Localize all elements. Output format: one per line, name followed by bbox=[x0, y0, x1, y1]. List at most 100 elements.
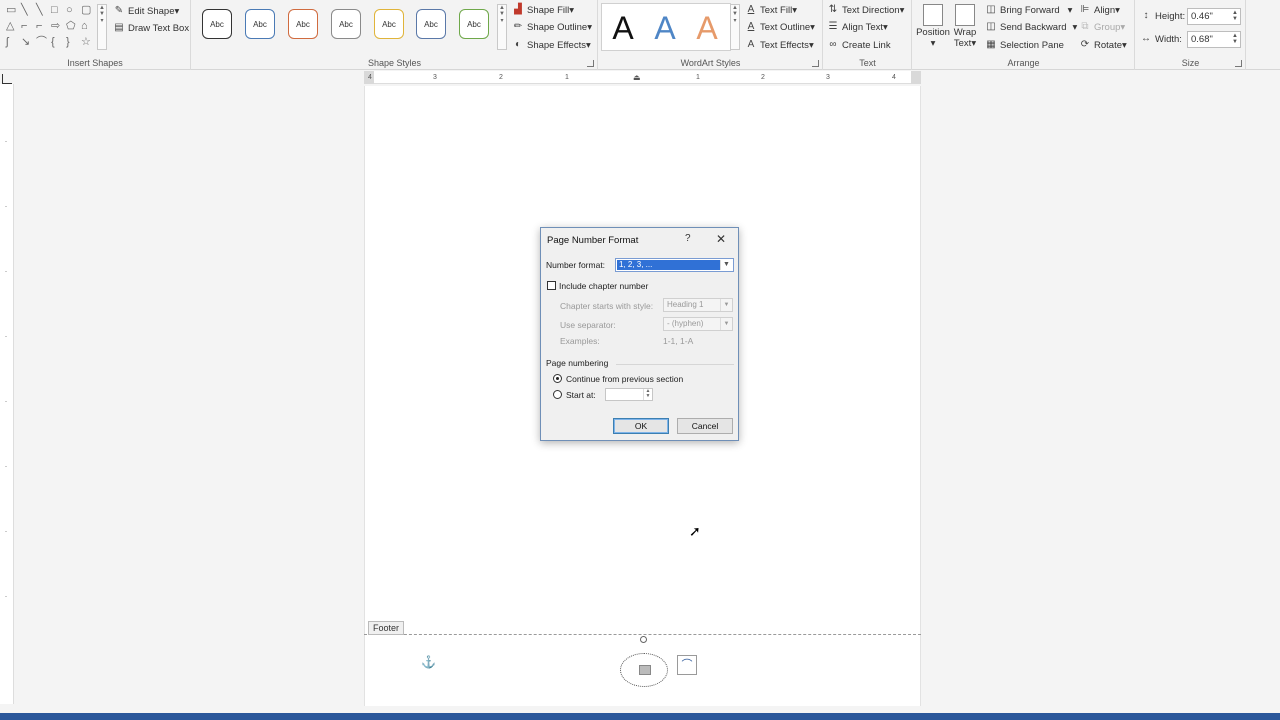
rotate-button[interactable]: ⟳ Rotate ▾ bbox=[1079, 37, 1127, 53]
curve-shape-icon[interactable]: ʃ bbox=[6, 37, 8, 48]
height-input[interactable]: 0.46" ▲ ▼ bbox=[1187, 8, 1241, 25]
chevron-down-icon[interactable]: ▼ bbox=[720, 260, 732, 270]
width-spinner-icon[interactable]: ▲ ▼ bbox=[1232, 33, 1238, 45]
height-value: 0.46" bbox=[1191, 11, 1213, 22]
shape-effects-button[interactable]: ◐ Shape Effects ▾ bbox=[512, 37, 591, 53]
arc-shape-icon[interactable]: ⌒ bbox=[36, 37, 47, 48]
create-link-button[interactable]: ∞ Create Link bbox=[827, 37, 891, 53]
help-icon[interactable]: ? bbox=[685, 233, 691, 244]
square-shape-icon[interactable]: □ bbox=[51, 5, 58, 16]
shape-outline-button[interactable]: ✏ Shape Outline ▾ bbox=[512, 19, 592, 35]
left-brace-icon[interactable]: { bbox=[51, 37, 55, 48]
callout-shape-icon[interactable]: ⌂ bbox=[81, 21, 88, 32]
wordart-gallery[interactable]: A A A bbox=[601, 3, 731, 51]
width-input[interactable]: 0.68" ▲ ▼ bbox=[1187, 31, 1241, 48]
shape-style-preset-4[interactable]: Abc bbox=[331, 9, 361, 39]
triangle-shape-icon[interactable]: △ bbox=[6, 21, 14, 32]
arrow-line-shape-icon[interactable]: ╲ bbox=[36, 5, 43, 16]
chevron-down-icon: ▾ bbox=[585, 39, 591, 51]
star-shape-icon[interactable]: ☆ bbox=[81, 37, 91, 48]
text-outline-button[interactable]: A Text Outline ▾ bbox=[745, 19, 815, 35]
oval-shape-icon[interactable]: ○ bbox=[66, 5, 73, 16]
bring-forward-label: Bring Forward bbox=[1000, 4, 1060, 16]
text-group: ⇅ Text Direction ▾ ☰ Align Text ▾ ∞ Crea… bbox=[824, 0, 912, 70]
start-at-spinner-icon[interactable]: ▲ ▼ bbox=[643, 389, 652, 400]
wordart-styles-label: WordArt Styles bbox=[680, 58, 741, 68]
ruler-tick: 2 bbox=[499, 74, 503, 81]
close-icon[interactable]: ✕ bbox=[716, 232, 726, 246]
separator-select[interactable]: - (hyphen) ▼ bbox=[663, 317, 733, 331]
group-button[interactable]: ⧉ Group ▾ bbox=[1079, 19, 1125, 35]
shape-style-preset-3[interactable]: Abc bbox=[288, 9, 318, 39]
shape-style-preset-1[interactable]: Abc bbox=[202, 9, 232, 39]
right-arrow-shape-icon[interactable]: ⇨ bbox=[51, 21, 60, 32]
number-format-select[interactable]: 1, 2, 3, ... ▼ bbox=[615, 258, 734, 272]
text-fill-button[interactable]: A Text Fill ▾ bbox=[745, 2, 797, 18]
selection-pane-button[interactable]: ▦ Selection Pane bbox=[985, 37, 1064, 53]
edit-shape-button[interactable]: ✎ Edit Shape ▾ bbox=[113, 3, 179, 19]
selected-shape[interactable] bbox=[620, 653, 668, 687]
rotate-label: Rotate bbox=[1094, 39, 1122, 51]
line-shape-icon[interactable]: ╲ bbox=[21, 5, 28, 16]
text-effects-button[interactable]: A Text Effects ▾ bbox=[745, 37, 814, 53]
send-backward-button[interactable]: ◫ Send Backward ▾ bbox=[985, 19, 1077, 35]
wordart-style-3[interactable]: A bbox=[690, 8, 724, 48]
shape-style-preset-6[interactable]: Abc bbox=[416, 9, 446, 39]
elbow-connector-icon[interactable]: ⌐ bbox=[21, 21, 27, 32]
pentagon-shape-icon[interactable]: ⬠ bbox=[66, 21, 76, 32]
wordart-styles-group: A A A ▲ ▼ ▾ A Text Fill ▾ A Text Outline ▾… bbox=[599, 0, 823, 70]
bring-forward-button[interactable]: ◫ Bring Forward ▾ bbox=[985, 2, 1072, 18]
include-chapter-label[interactable]: Include chapter number bbox=[559, 281, 648, 291]
arrange-label: Arrange bbox=[1007, 58, 1040, 68]
ribbon: ▭ ╲ ╲ □ ○ ▢ △ ⌐ ⌐ ⇨ ⬠ ⌂ ʃ ↘ ⌒ { } ☆ ▲ ▼ ▾ … bbox=[0, 0, 1280, 70]
curved-connector-icon[interactable]: ↘ bbox=[21, 37, 30, 48]
shapes-gallery-scroll[interactable]: ▲ ▼ ▾ bbox=[97, 4, 107, 50]
ok-button[interactable]: OK bbox=[613, 418, 669, 434]
shape-styles-launcher-icon[interactable] bbox=[587, 60, 594, 67]
shape-fill-button[interactable]: ▟ Shape Fill ▾ bbox=[512, 2, 574, 18]
shape-style-preset-text: Abc bbox=[467, 19, 481, 29]
rounded-rect-shape-icon[interactable]: ▢ bbox=[81, 5, 91, 16]
align-button[interactable]: ⊫ Align ▾ bbox=[1079, 2, 1120, 18]
layout-options-icon[interactable]: ⌒ bbox=[677, 655, 697, 675]
text-direction-button[interactable]: ⇅ Text Direction ▾ bbox=[827, 2, 905, 18]
start-at-label[interactable]: Start at: bbox=[566, 390, 596, 400]
horizontal-ruler[interactable]: 4 3 2 1 ⏏ 1 2 3 4 bbox=[364, 71, 921, 84]
wordart-style-1[interactable]: A bbox=[606, 8, 640, 48]
wrap-text-button[interactable]: Wrap Text▾ bbox=[949, 4, 981, 54]
cancel-button[interactable]: Cancel bbox=[677, 418, 733, 434]
vertical-ruler[interactable]: - - - - - - - - bbox=[0, 84, 14, 704]
right-brace-icon[interactable]: } bbox=[66, 37, 70, 48]
size-launcher-icon[interactable] bbox=[1235, 60, 1242, 67]
include-chapter-checkbox[interactable] bbox=[547, 281, 556, 290]
shape-styles-scroll[interactable]: ▲ ▼ ▾ bbox=[497, 4, 507, 50]
wordart-style-2[interactable]: A bbox=[648, 8, 682, 48]
vruler-tick-mark: - bbox=[5, 334, 7, 340]
position-button[interactable]: Position ▾ bbox=[915, 4, 951, 54]
width-label-row: ↔ Width: bbox=[1140, 31, 1182, 47]
continue-from-previous-radio[interactable] bbox=[553, 374, 562, 383]
shape-style-preset-5[interactable]: Abc bbox=[374, 9, 404, 39]
create-link-label: Create Link bbox=[842, 39, 891, 51]
align-text-button[interactable]: ☰ Align Text ▾ bbox=[827, 19, 888, 35]
vruler-tick-mark: - bbox=[5, 399, 7, 405]
shapes-gallery[interactable]: ▭ ╲ ╲ □ ○ ▢ △ ⌐ ⌐ ⇨ ⬠ ⌂ ʃ ↘ ⌒ { } ☆ bbox=[4, 4, 106, 50]
chapter-style-select[interactable]: Heading 1 ▼ bbox=[663, 298, 733, 312]
ruler-tick: 3 bbox=[433, 74, 437, 81]
rotate-handle[interactable] bbox=[640, 636, 647, 643]
size-label: Size bbox=[1181, 58, 1200, 68]
wordart-launcher-icon[interactable] bbox=[812, 60, 819, 67]
rectangle-shape-icon[interactable]: ▭ bbox=[6, 5, 16, 16]
draw-text-box-button[interactable]: ▤ Draw Text Box bbox=[113, 20, 189, 36]
tab-selector-icon[interactable] bbox=[2, 74, 12, 84]
shape-style-preset-2[interactable]: Abc bbox=[245, 9, 275, 39]
shape-style-preset-7[interactable]: Abc bbox=[459, 9, 489, 39]
indent-marker-icon[interactable]: ⏏ bbox=[633, 73, 641, 82]
vruler-tick-mark: - bbox=[5, 269, 7, 275]
continue-from-previous-label[interactable]: Continue from previous section bbox=[566, 374, 683, 384]
start-at-radio[interactable] bbox=[553, 390, 562, 399]
height-spinner-icon[interactable]: ▲ ▼ bbox=[1232, 10, 1238, 22]
wordart-scroll[interactable]: ▲ ▼ ▾ bbox=[730, 4, 740, 50]
start-at-input[interactable]: ▲ ▼ bbox=[605, 388, 653, 401]
elbow-arrow-icon[interactable]: ⌐ bbox=[36, 21, 42, 32]
